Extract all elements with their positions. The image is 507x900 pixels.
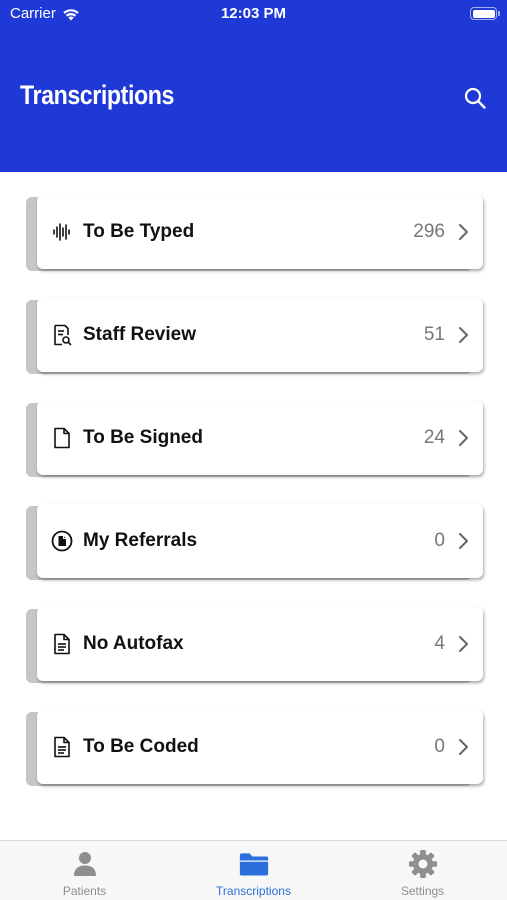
chevron-right-icon (459, 224, 468, 240)
category-card-to-be-coded[interactable]: To Be Coded 0 (26, 710, 484, 786)
category-card-to-be-typed[interactable]: To Be Typed 296 (26, 195, 484, 271)
category-card-to-be-signed[interactable]: To Be Signed 24 (26, 401, 484, 477)
document-search-icon (51, 324, 73, 346)
document-text-icon (51, 736, 73, 758)
waveform-icon (51, 221, 73, 243)
category-label: To Be Signed (83, 427, 203, 448)
battery-icon (470, 7, 500, 20)
chevron-right-icon (459, 430, 468, 446)
person-icon (73, 852, 96, 876)
tab-label: Transcriptions (216, 884, 291, 898)
category-label: No Autofax (83, 633, 184, 654)
category-count: 51 (423, 324, 445, 345)
page-title: Transcriptions (20, 80, 174, 110)
category-count: 24 (423, 427, 445, 448)
tab-bar: Patients Transcriptions Settings (0, 840, 507, 900)
tab-settings[interactable]: Settings (338, 841, 507, 900)
tab-label: Settings (400, 884, 445, 898)
category-label: To Be Typed (83, 221, 195, 242)
chevron-right-icon (459, 533, 468, 549)
category-count: 0 (434, 530, 445, 551)
tab-label: Patients (62, 884, 107, 898)
category-label: Staff Review (83, 324, 196, 345)
chevron-right-icon (459, 636, 468, 652)
category-label: To Be Coded (83, 736, 199, 757)
nav-header: Carrier 12:03 PM Transcriptions (0, 0, 507, 172)
category-card-staff-review[interactable]: Staff Review 51 (26, 298, 484, 374)
chevron-right-icon (459, 327, 468, 343)
tab-patients[interactable]: Patients (0, 841, 169, 900)
status-time: 12:03 PM (220, 5, 287, 22)
chevron-right-icon (459, 739, 468, 755)
category-count: 0 (434, 736, 445, 757)
category-count: 4 (434, 633, 445, 654)
document-text-icon (51, 633, 73, 655)
folder-icon (239, 853, 268, 876)
referral-icon (51, 530, 73, 552)
category-count: 296 (413, 221, 445, 242)
category-label: My Referrals (83, 530, 198, 551)
category-card-no-autofax[interactable]: No Autofax 4 (26, 607, 484, 683)
gear-icon (408, 850, 437, 878)
tab-transcriptions[interactable]: Transcriptions (169, 841, 338, 900)
document-icon (51, 427, 73, 449)
status-bar: Carrier 12:03 PM (0, 0, 507, 30)
category-card-my-referrals[interactable]: My Referrals 0 (26, 504, 484, 580)
search-icon[interactable] (463, 86, 487, 110)
